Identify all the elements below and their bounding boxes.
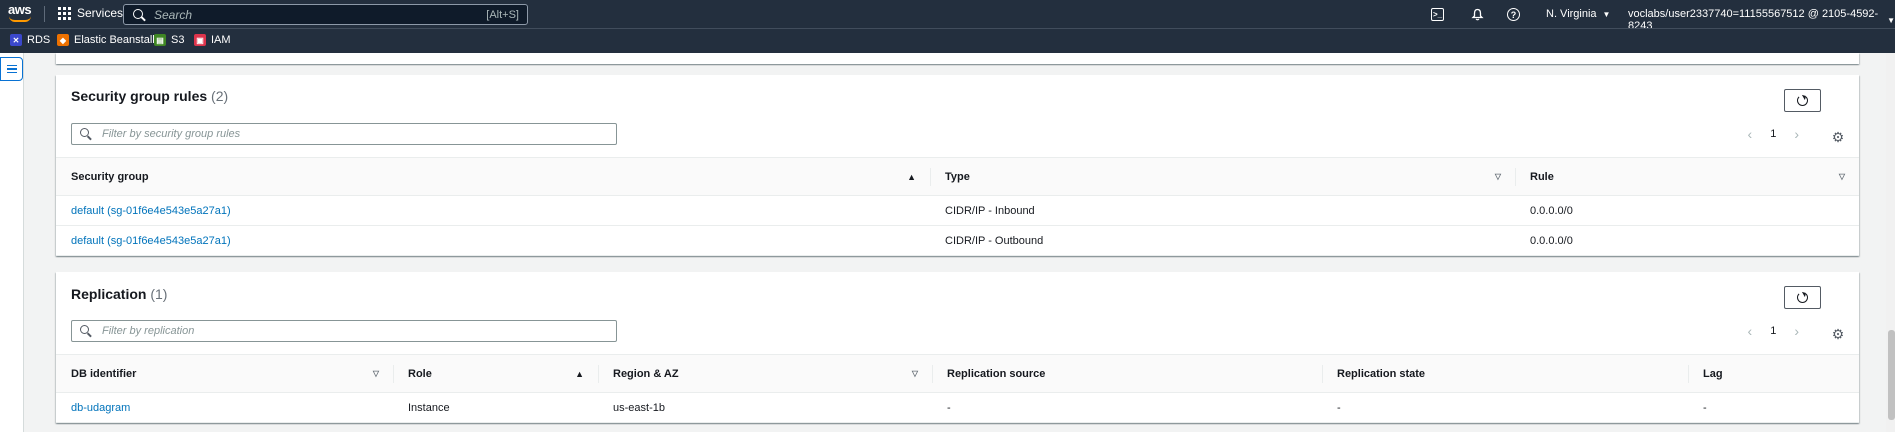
region-label: N. Virginia	[1546, 8, 1597, 20]
services-menu-button[interactable]: Services	[58, 6, 123, 20]
top-navigation: aws Services [Alt+S] >_ ? N. Virginia ▼ …	[0, 0, 1895, 32]
table-row: default (sg-01f6e4e543e5a27a1) CIDR/IP -…	[56, 195, 1859, 226]
cell-region-az: us-east-1b	[598, 392, 932, 423]
filter-input[interactable]	[102, 325, 616, 337]
favorite-label: RDS	[27, 34, 51, 46]
column-header-lag[interactable]: Lag	[1688, 354, 1859, 393]
sort-ascending-icon[interactable]: ▲	[575, 369, 584, 379]
pagination: ‹ 1 ›	[1748, 323, 1799, 339]
help-icon[interactable]: ?	[1507, 8, 1520, 21]
db-identifier-link[interactable]: db-udagram	[71, 402, 130, 414]
chevron-left-icon[interactable]: ‹	[1748, 126, 1753, 142]
cell-replication-source: -	[932, 392, 1322, 423]
panel-count: (2)	[211, 88, 229, 104]
table-row: default (sg-01f6e4e543e5a27a1) CIDR/IP -…	[56, 225, 1859, 256]
cell-rule: 0.0.0.0/0	[1515, 225, 1859, 256]
favorite-rds[interactable]: ✕ RDS	[10, 34, 50, 46]
favorite-iam[interactable]: ▣ IAM	[194, 34, 231, 46]
cell-db-identifier: db-udagram	[56, 392, 393, 423]
cell-lag: -	[1688, 392, 1859, 423]
column-header-type[interactable]: Type ▽	[930, 157, 1515, 196]
search-icon	[132, 8, 146, 22]
page-number[interactable]: 1	[1770, 128, 1776, 140]
gear-icon[interactable]: ⚙	[1831, 130, 1845, 144]
favorite-s3[interactable]: ▤ S3	[154, 34, 184, 46]
cell-type: CIDR/IP - Outbound	[930, 225, 1515, 256]
nav-divider	[44, 6, 45, 22]
grid-icon	[58, 6, 71, 20]
panel-title-text: Security group rules	[71, 88, 208, 104]
pagination: ‹ 1 ›	[1748, 126, 1799, 142]
side-navigation-strip	[0, 53, 24, 432]
rds-icon: ✕	[10, 34, 22, 46]
aws-logo[interactable]: aws	[8, 3, 34, 25]
column-header-replication-state[interactable]: Replication state	[1322, 354, 1688, 393]
caret-down-icon: ▼	[1602, 9, 1611, 19]
search-icon	[80, 128, 92, 140]
column-header-rule[interactable]: Rule ▽	[1515, 157, 1859, 196]
gear-icon[interactable]: ⚙	[1831, 327, 1845, 341]
cell-security-group: default (sg-01f6e4e543e5a27a1)	[56, 225, 930, 256]
page-number[interactable]: 1	[1770, 325, 1776, 337]
cell-security-group: default (sg-01f6e4e543e5a27a1)	[56, 195, 930, 226]
favorite-label: Elastic Beanstalk	[74, 34, 158, 46]
security-group-link[interactable]: default (sg-01f6e4e543e5a27a1)	[71, 205, 231, 217]
favorite-elastic-beanstalk[interactable]: ◆ Elastic Beanstalk	[57, 34, 158, 46]
search-icon	[80, 325, 92, 337]
cell-type: CIDR/IP - Inbound	[930, 195, 1515, 226]
column-header-db-identifier[interactable]: DB identifier ▽	[56, 354, 393, 393]
chevron-right-icon[interactable]: ›	[1794, 323, 1799, 339]
cell-role: Instance	[393, 392, 598, 423]
sort-icon[interactable]: ▽	[373, 369, 379, 378]
security-group-link[interactable]: default (sg-01f6e4e543e5a27a1)	[71, 235, 231, 247]
s3-icon: ▤	[154, 34, 166, 46]
region-selector[interactable]: N. Virginia ▼	[1546, 8, 1610, 20]
refresh-button[interactable]	[1784, 286, 1821, 309]
search-shortcut: [Alt+S]	[486, 8, 519, 21]
services-label: Services	[77, 6, 124, 20]
table-row: db-udagram Instance us-east-1b - - -	[56, 392, 1859, 423]
notifications-bell-icon[interactable]	[1469, 6, 1485, 22]
favorite-label: S3	[171, 34, 185, 46]
replication-panel: Replication (1) ‹ 1 › ⚙ DB identifier ▽ …	[56, 272, 1859, 423]
panel-count: (1)	[150, 286, 168, 302]
chevron-right-icon[interactable]: ›	[1794, 126, 1799, 142]
sort-icon[interactable]: ▽	[1495, 172, 1501, 181]
caret-down-icon: ▼	[1887, 15, 1895, 25]
aws-logo-text: aws	[8, 2, 32, 17]
filter-replication[interactable]	[71, 320, 617, 342]
filter-input[interactable]	[102, 128, 616, 140]
scrollbar-thumb[interactable]	[1888, 330, 1895, 420]
cell-rule: 0.0.0.0/0	[1515, 195, 1859, 226]
global-search[interactable]: [Alt+S]	[123, 4, 528, 25]
panel-title-text: Replication	[71, 286, 147, 302]
sort-icon[interactable]: ▽	[912, 369, 918, 378]
refresh-icon	[1797, 95, 1808, 106]
menu-hamburger-icon[interactable]	[0, 57, 23, 81]
refresh-icon	[1797, 292, 1808, 303]
column-header-role[interactable]: Role ▲	[393, 354, 598, 393]
cell-replication-state: -	[1322, 392, 1688, 423]
beanstalk-icon: ◆	[57, 34, 69, 46]
replication-table: DB identifier ▽ Role ▲ Region & AZ ▽ Rep…	[56, 354, 1859, 423]
aws-smile-icon	[9, 16, 31, 22]
panel-title: Replication (1)	[71, 286, 167, 302]
column-header-replication-source[interactable]: Replication source	[932, 354, 1322, 393]
panel-title: Security group rules (2)	[71, 88, 228, 104]
global-search-input[interactable]	[154, 7, 487, 22]
security-group-rules-panel: Security group rules (2) ‹ 1 › ⚙ Securit…	[56, 75, 1859, 256]
column-header-region-az[interactable]: Region & AZ ▽	[598, 354, 932, 393]
filter-security-group-rules[interactable]	[71, 123, 617, 145]
security-group-rules-table: Security group ▲ Type ▽ Rule ▽ default (…	[56, 157, 1859, 256]
previous-panel-edge	[56, 53, 1859, 64]
cloudshell-icon[interactable]: >_	[1431, 8, 1444, 21]
refresh-button[interactable]	[1784, 89, 1821, 112]
favorite-label: IAM	[211, 34, 231, 46]
favorites-bar: ✕ RDS ◆ Elastic Beanstalk ▤ S3 ▣ IAM	[0, 28, 1895, 53]
chevron-left-icon[interactable]: ‹	[1748, 323, 1753, 339]
iam-icon: ▣	[194, 34, 206, 46]
sort-ascending-icon[interactable]: ▲	[907, 172, 916, 182]
sort-icon[interactable]: ▽	[1839, 172, 1845, 181]
column-header-security-group[interactable]: Security group ▲	[56, 157, 930, 196]
